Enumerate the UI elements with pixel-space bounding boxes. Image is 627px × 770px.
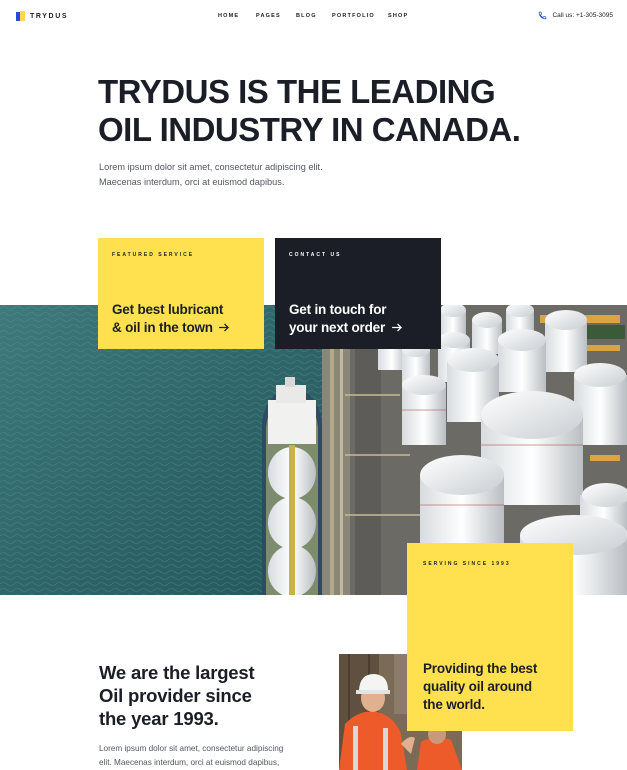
main-nav: HOME PAGES BLOG PORTFOLIO SHOP [218,13,418,19]
title-line-2: OIL INDUSTRY IN CANADA. [98,111,521,148]
featured-service-card[interactable]: FEATURED SERVICE Get best lubricant & oi… [98,238,264,349]
contact-kicker: CONTACT US [289,252,342,258]
about-description: Lorem ipsum dolor sit amet, consectetur … [99,742,314,770]
serving-line-2: quality oil around [423,679,532,694]
contact-card[interactable]: CONTACT US Get in touch for your next or… [275,238,441,349]
brand-logo[interactable]: TRYDUS [16,11,68,21]
nav-item-blog[interactable]: BLOG [296,13,332,19]
site-header: TRYDUS HOME PAGES BLOG PORTFOLIO SHOP Ca… [0,0,627,34]
nav-item-pages[interactable]: PAGES [256,13,296,19]
logo-mark-icon [16,11,25,21]
hero-description: Lorem ipsum dolor sit amet, consectetur … [99,160,399,190]
nav-item-shop[interactable]: SHOP [388,13,418,19]
call-link[interactable]: Call us: +1-305-3095 [538,11,613,20]
featured-service-kicker: FEATURED SERVICE [112,252,195,258]
about-title-line-3: the year 1993. [99,708,219,729]
featured-service-title: Get best lubricant & oil in the town [112,301,260,337]
phone-icon [539,11,547,20]
contact-line-2: your next order [289,320,386,335]
about-title-line-1: We are the largest [99,662,255,683]
featured-line-1: Get best lubricant [112,302,224,317]
contact-line-1: Get in touch for [289,302,387,317]
about-heading: We are the largest Oil provider since th… [99,661,319,730]
brand-name: TRYDUS [30,12,69,20]
serving-line-3: the world. [423,697,485,712]
featured-line-2: & oil in the town [112,320,213,335]
serving-line-1: Providing the best [423,661,538,676]
serving-since-card: SERVING SINCE 1993 Providing the best qu… [407,543,573,731]
contact-title: Get in touch for your next order [289,301,437,337]
about-desc-line-1: Lorem ipsum dolor sit amet, consectetur … [99,744,284,753]
nav-item-portfolio[interactable]: PORTFOLIO [332,13,388,19]
serving-title: Providing the best quality oil around th… [423,660,563,714]
about-desc-line-2: elit. Maecenas interdum, orci at euismod… [99,758,280,767]
page-title: TRYDUS IS THE LEADING OIL INDUSTRY IN CA… [98,73,538,149]
serving-kicker: SERVING SINCE 1993 [423,561,511,567]
arrow-right-icon [219,323,230,332]
nav-item-home[interactable]: HOME [218,13,256,19]
arrow-right-icon [391,323,402,332]
hero-desc-line-1: Lorem ipsum dolor sit amet, consectetur … [99,162,323,172]
title-line-1: TRYDUS IS THE LEADING [98,73,496,110]
hero-desc-line-2: Maecenas interdum, orci at euismod dapib… [99,177,285,187]
about-title-line-2: Oil provider since [99,685,252,706]
call-text: Call us: +1-305-3095 [552,12,613,19]
